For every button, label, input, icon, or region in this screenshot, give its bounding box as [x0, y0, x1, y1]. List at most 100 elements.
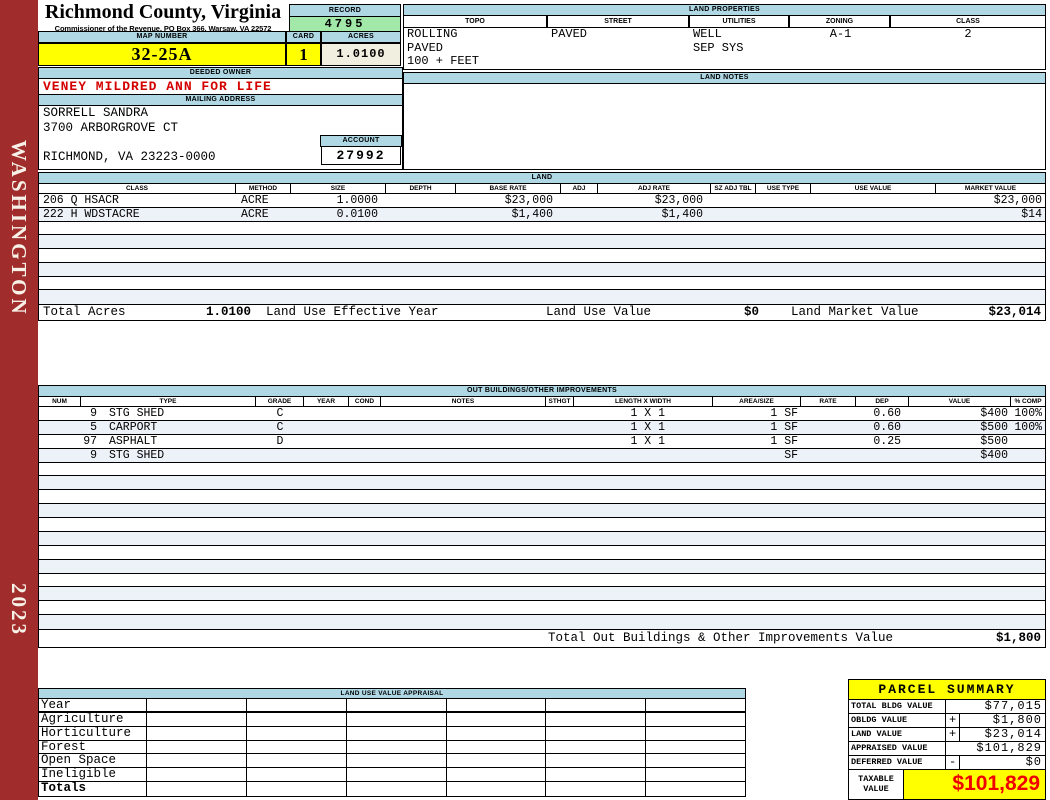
- minus-operator: -: [949, 755, 957, 769]
- land-table-columns: CLASS METHOD SIZE DEPTH BASE RATE ADJ AD…: [39, 184, 1045, 194]
- empty-table-row: [39, 476, 1045, 491]
- land-totals-row: Total Acres 1.0100 Land Use Effective Ye…: [39, 304, 1045, 320]
- land-market-value-label: Land Market Value: [791, 305, 919, 319]
- parcel-summary-panel: PARCEL SUMMARY TOTAL BLDG VALUE $77,015 …: [848, 679, 1046, 800]
- empty-table-row: [39, 504, 1045, 518]
- cell-pct-comp: [1011, 435, 1045, 448]
- record-value: 4795: [289, 17, 401, 32]
- column-sz-adj-tbl: SZ ADJ TBL: [711, 184, 756, 193]
- empty-table-row: [39, 546, 1045, 560]
- column-dep: DEP: [856, 397, 909, 406]
- utilities-line: WELL: [693, 27, 722, 41]
- page-title: Richmond County, Virginia: [44, 1, 282, 23]
- table-row: 97 ASPHALT D 1 X 1 1 SF 0.25 $500: [39, 435, 1045, 449]
- column-class: CLASS: [39, 184, 236, 193]
- empty-table-row: [39, 587, 1045, 602]
- record-label: RECORD: [289, 4, 401, 17]
- empty-cell: [345, 726, 446, 741]
- empty-table-row: [39, 249, 1045, 263]
- empty-cell: [345, 754, 446, 768]
- land-properties-panel: LAND PROPERTIES TOPO STREET UTILITIES ZO…: [403, 4, 1046, 70]
- cell-grade: C: [276, 420, 284, 434]
- cell-length-width: 1 X 1: [630, 434, 665, 448]
- empty-cell: [645, 768, 745, 782]
- empty-cell: [645, 699, 745, 713]
- topo-line: ROLLING: [407, 27, 458, 41]
- row-label-horticulture: Horticulture: [41, 725, 132, 740]
- cell-value: $500: [980, 420, 1008, 434]
- empty-cell: [245, 699, 346, 713]
- empty-cell: [245, 768, 346, 782]
- column-market-value: MARKET VALUE: [964, 185, 1017, 192]
- cell-num: 9: [90, 407, 97, 420]
- column-adj: ADJ: [561, 184, 598, 193]
- empty-cell: [146, 768, 246, 782]
- land-table: LAND CLASS METHOD SIZE DEPTH BASE RATE A…: [38, 172, 1046, 321]
- empty-table-row: [39, 531, 1045, 546]
- cell-dep: 0.60: [873, 420, 901, 434]
- cell-class: 222 H WDSTACRE: [43, 207, 140, 221]
- table-row: Ineligible: [39, 767, 745, 783]
- column-type: TYPE: [81, 397, 256, 406]
- cell-dep: 0.25: [873, 434, 901, 448]
- out-buildings-title: OUT BUILDINGS/OTHER IMPROVEMENTS: [39, 386, 1045, 397]
- column-depth: DEPTH: [386, 184, 456, 193]
- empty-cell: [345, 768, 446, 782]
- column-use-type: USE TYPE: [756, 184, 811, 193]
- cell-adj-rate: $23,000: [654, 194, 703, 207]
- cell-length-width: 1 X 1: [630, 420, 665, 434]
- cell-value: $500: [980, 434, 1008, 448]
- cell-grade: [256, 449, 304, 462]
- cell-value: $400: [980, 407, 1008, 420]
- address-line: SORRELL SANDRA: [43, 106, 149, 120]
- topo-line: PAVED: [407, 40, 444, 55]
- empty-cell: [345, 712, 446, 727]
- topo-line: 100 + FEET: [407, 54, 480, 68]
- land-notes-title: LAND NOTES: [403, 72, 1046, 84]
- column-rate: RATE: [801, 397, 856, 406]
- land-use-value-label: Land Use Value: [546, 305, 652, 319]
- empty-table-row: [39, 518, 1045, 532]
- cell-pct-comp: [1011, 449, 1045, 462]
- table-row: Agriculture: [39, 711, 745, 727]
- row-label-agriculture: Agriculture: [41, 711, 124, 726]
- row-label-ineligible: Ineligible: [41, 767, 117, 782]
- cell-area-size: 1 SF: [770, 407, 798, 420]
- acres-value: 1.0100: [321, 43, 401, 66]
- empty-cell: [545, 699, 645, 713]
- empty-cell: [445, 782, 546, 796]
- column-notes: NOTES: [381, 397, 546, 406]
- acres-label: ACRES: [321, 31, 401, 43]
- empty-cell: [545, 740, 645, 755]
- land-use-appraisal-table: LAND USE VALUE APPRAISAL Year Agricultur…: [38, 688, 746, 797]
- table-row: 206 Q HSACR ACRE 1.0000 $23,000 $23,000 …: [39, 194, 1045, 208]
- table-row: 9 STG SHED SF $400: [39, 448, 1045, 463]
- cell-length-width: [574, 449, 713, 462]
- empty-cell: [146, 740, 246, 755]
- column-grade: GRADE: [256, 397, 304, 406]
- table-row: Year: [39, 698, 745, 713]
- total-bldg-value-label: TOTAL BLDG VALUE: [849, 700, 946, 713]
- account-value: 27992: [321, 147, 401, 165]
- land-table-title: LAND: [39, 173, 1045, 184]
- class-value: 2: [964, 27, 972, 41]
- cell-num: 9: [90, 448, 97, 462]
- sidebar-binder: WASHINGTON 2023: [0, 0, 38, 800]
- land-use-value: $0: [743, 305, 759, 319]
- empty-cell: [545, 726, 645, 741]
- mailing-address-label: MAILING ADDRESS: [38, 94, 403, 106]
- cell-pct-comp: 100%: [1014, 407, 1042, 420]
- cell-base-rate: $23,000: [504, 194, 553, 207]
- empty-cell: [445, 712, 546, 727]
- column-base-rate: BASE RATE: [456, 184, 561, 193]
- out-buildings-totals-row: Total Out Buildings & Other Improvements…: [39, 629, 1045, 647]
- column-value: VALUE: [909, 397, 1011, 406]
- deferred-value-label: DEFERRED VALUE: [849, 756, 946, 769]
- column-length-width: LENGTH X WIDTH: [574, 397, 713, 406]
- cell-market-value: $23,000: [993, 194, 1042, 207]
- cell-market-value: $14: [1021, 207, 1042, 221]
- cell-base-rate: $1,400: [511, 207, 553, 221]
- deeded-owner-label: DEEDED OWNER: [38, 67, 403, 79]
- empty-cell: [245, 754, 346, 768]
- card-value: 1: [286, 43, 321, 66]
